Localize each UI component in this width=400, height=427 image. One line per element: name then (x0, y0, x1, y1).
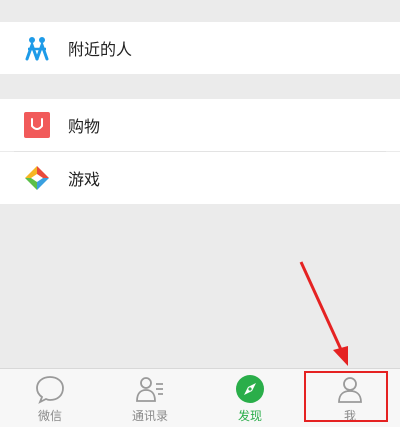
tab-label: 通讯录 (131, 409, 168, 423)
chat-bubble-icon (36, 376, 64, 404)
tab-discover[interactable]: 发现 (200, 369, 300, 427)
compass-icon (236, 375, 264, 403)
menu-item-shopping[interactable]: 购物 (0, 99, 400, 151)
tab-contacts[interactable]: 通讯录 (100, 369, 200, 427)
menu-item-label: 游戏 (68, 170, 101, 189)
tab-label: 发现 (237, 409, 262, 423)
contacts-icon (136, 377, 163, 402)
menu-item-games[interactable]: 游戏 (0, 152, 400, 204)
top-gap (0, 0, 400, 22)
shopping-bag-icon (24, 112, 50, 138)
menu-item-label: 附近的人 (68, 40, 133, 59)
game-diamond-icon (25, 166, 49, 190)
annotation-highlight-box (304, 371, 388, 422)
menu-item-people-nearby[interactable]: 附近的人 (0, 22, 400, 74)
menu-item-label: 购物 (68, 117, 101, 136)
tab-label: 微信 (37, 409, 62, 423)
people-nearby-icon (25, 37, 49, 61)
tab-chats[interactable]: 微信 (0, 369, 100, 427)
